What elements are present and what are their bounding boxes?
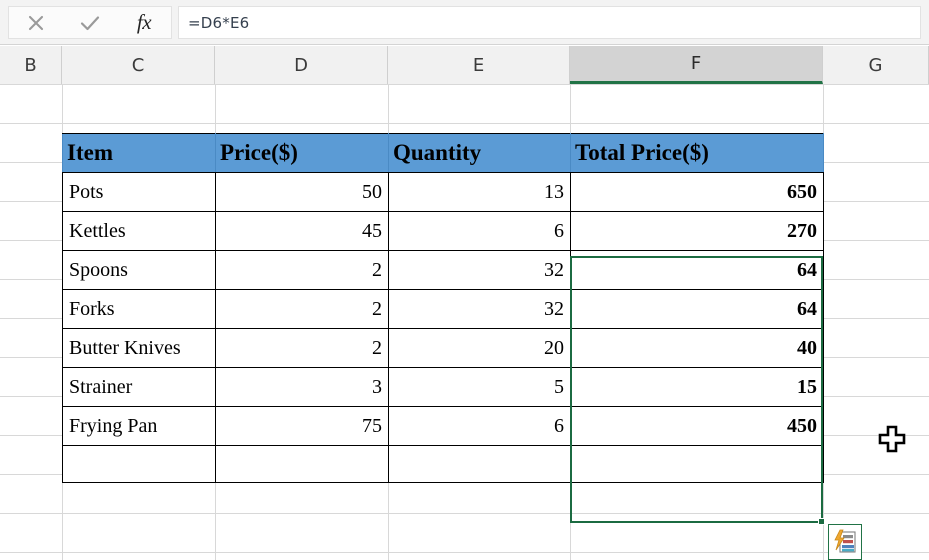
table-row: Forks 2 32 64 — [62, 289, 824, 329]
column-header-g[interactable]: G — [823, 46, 929, 84]
column-header-b[interactable]: B — [0, 46, 62, 84]
cell-price[interactable]: 2 — [215, 250, 389, 290]
excel-worksheet-window: fx =D6*E6 BCDEFG Item Price($) Quantity Tot… — [0, 0, 929, 560]
cell-empty-price[interactable] — [215, 445, 389, 483]
close-x-icon[interactable] — [13, 7, 59, 38]
table-row-empty — [62, 445, 824, 483]
cell-total[interactable]: 64 — [570, 289, 824, 329]
cell-quantity[interactable]: 32 — [388, 289, 571, 329]
cell-quantity[interactable]: 6 — [388, 211, 571, 251]
column-header-e[interactable]: E — [388, 46, 570, 84]
table-row: Butter Knives 2 20 40 — [62, 328, 824, 368]
cell-price[interactable]: 3 — [215, 367, 389, 407]
cell-item[interactable]: Forks — [62, 289, 216, 329]
cell-total[interactable]: 450 — [570, 406, 824, 446]
fx-label: fx — [136, 10, 152, 34]
gridline-horizontal — [0, 513, 929, 514]
cell-price[interactable]: 45 — [215, 211, 389, 251]
cell-total[interactable]: 270 — [570, 211, 824, 251]
cell-price[interactable]: 2 — [215, 289, 389, 329]
cell-empty-item[interactable] — [62, 445, 216, 483]
cell-item[interactable]: Frying Pan — [62, 406, 216, 446]
formula-bar: fx =D6*E6 — [0, 0, 929, 45]
fill-handle[interactable] — [818, 518, 825, 525]
table-row: Pots 50 13 650 — [62, 172, 824, 212]
cell-empty-quantity[interactable] — [388, 445, 571, 483]
cell-quantity[interactable]: 6 — [388, 406, 571, 446]
formula-bar-buttons: fx — [8, 6, 172, 39]
table-row: Spoons 2 32 64 — [62, 250, 824, 290]
cell-total[interactable]: 40 — [570, 328, 824, 368]
column-header-f[interactable]: F — [570, 46, 823, 84]
table-header-cell[interactable]: Price($) — [215, 133, 389, 173]
table-row: Frying Pan 75 6 450 — [62, 406, 824, 446]
formula-input[interactable]: =D6*E6 — [178, 6, 921, 39]
cell-total[interactable]: 64 — [570, 250, 824, 290]
cell-total[interactable]: 650 — [570, 172, 824, 212]
cell-quantity[interactable]: 32 — [388, 250, 571, 290]
cell-item[interactable]: Pots — [62, 172, 216, 212]
table-header-cell[interactable]: Item — [62, 133, 216, 173]
cell-item[interactable]: Spoons — [62, 250, 216, 290]
cell-price[interactable]: 75 — [215, 406, 389, 446]
cell-item[interactable]: Strainer — [62, 367, 216, 407]
cell-price[interactable]: 50 — [215, 172, 389, 212]
cell-item[interactable]: Butter Knives — [62, 328, 216, 368]
column-header-c[interactable]: C — [62, 46, 215, 84]
autofill-options-button[interactable] — [828, 524, 862, 560]
table-row: Kettles 45 6 270 — [62, 211, 824, 251]
table-row: Strainer 3 5 15 — [62, 367, 824, 407]
fx-icon[interactable]: fx — [121, 7, 167, 38]
gridline-horizontal — [0, 123, 929, 124]
table-header-cell[interactable]: Total Price($) — [570, 133, 824, 173]
table-header-row: Item Price($) Quantity Total Price($) — [62, 133, 824, 173]
cell-item[interactable]: Kettles — [62, 211, 216, 251]
cell-price[interactable]: 2 — [215, 328, 389, 368]
table-header-cell[interactable]: Quantity — [388, 133, 571, 173]
column-header-row: BCDEFG — [0, 46, 929, 84]
column-header-d[interactable]: D — [215, 46, 388, 84]
cell-quantity[interactable]: 13 — [388, 172, 571, 212]
excel-cross-cursor — [878, 425, 906, 455]
cell-quantity[interactable]: 5 — [388, 367, 571, 407]
gridline-horizontal — [0, 552, 929, 553]
gridline-horizontal — [0, 84, 929, 85]
check-icon[interactable] — [67, 7, 113, 38]
cell-quantity[interactable]: 20 — [388, 328, 571, 368]
autofill-options-icon — [834, 529, 856, 553]
data-table: Item Price($) Quantity Total Price($) Pots 50… — [62, 133, 824, 483]
cell-empty-total[interactable] — [570, 445, 824, 483]
cell-total[interactable]: 15 — [570, 367, 824, 407]
